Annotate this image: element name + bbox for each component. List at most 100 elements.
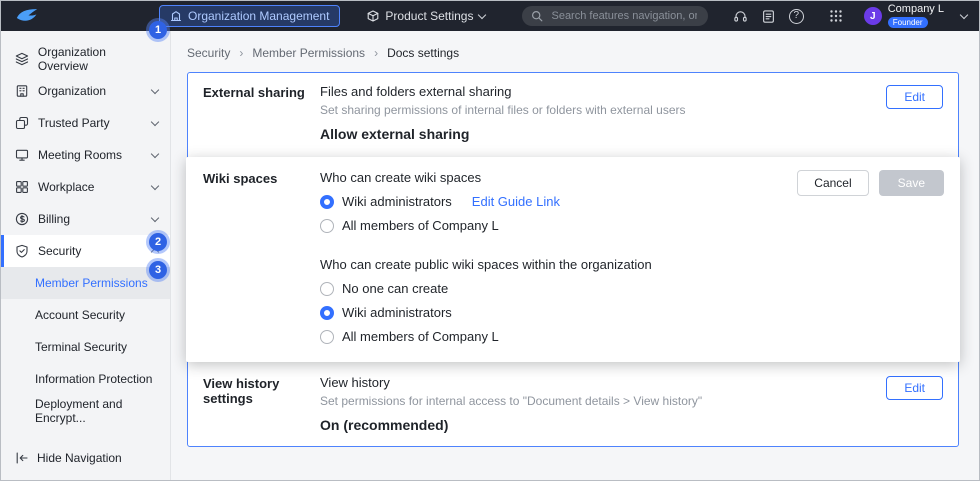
- avatar: J: [864, 7, 882, 25]
- tour-step-1-badge: 1: [149, 21, 167, 39]
- sidebar-item-terminal-security[interactable]: Terminal Security: [1, 331, 170, 363]
- overview-icon: [15, 52, 29, 66]
- radio-unselected-icon[interactable]: [320, 219, 334, 233]
- radio-option-all-members[interactable]: All members of Company L: [320, 218, 943, 233]
- hide-navigation-label: Hide Navigation: [37, 451, 122, 465]
- sidebar-item-information-protection[interactable]: Information Protection: [1, 363, 170, 395]
- radio-selected-icon[interactable]: [320, 306, 334, 320]
- billing-icon: [15, 212, 29, 226]
- setting-value: On (recommended): [320, 417, 886, 433]
- hide-navigation-icon: [15, 451, 29, 465]
- topbar-right-cluster: ? J Company L Founder: [733, 4, 967, 28]
- section-body: View history Set permissions for interna…: [320, 375, 886, 433]
- sidebar-subitem-label: Information Protection: [35, 372, 152, 386]
- radio-option-label: Wiki administrators: [342, 194, 452, 209]
- sidebar-item-label: Organization Overview: [38, 45, 158, 73]
- sidebar-item-label: Security: [38, 244, 81, 258]
- tour-step-3-badge: 3: [149, 261, 167, 279]
- section-label: View history settings: [203, 375, 320, 433]
- nav-product-settings[interactable]: Product Settings: [356, 5, 496, 27]
- sidebar-item-member-permissions[interactable]: Member Permissions: [1, 267, 170, 299]
- sidebar-item-security[interactable]: Security: [1, 235, 170, 267]
- breadcrumb-separator: [239, 46, 243, 60]
- chevron-down-icon: [151, 182, 159, 190]
- sidebar-subitem-label: Member Permissions: [35, 276, 148, 290]
- radio-option-wiki-administrators[interactable]: Wiki administrators Edit Guide Link: [320, 194, 943, 209]
- top-navigation: Organization Management Product Settings: [159, 5, 496, 27]
- save-button[interactable]: Save: [879, 170, 944, 196]
- role-badge: Founder: [888, 17, 928, 28]
- radio-option-label: All members of Company L: [342, 218, 499, 233]
- wiki-spaces-card: Wiki spaces Who can create wiki spaces W…: [186, 157, 960, 362]
- sidebar-item-label: Meeting Rooms: [38, 148, 122, 162]
- sidebar-item-label: Billing: [38, 212, 70, 226]
- setting-title: Files and folders external sharing: [320, 84, 886, 99]
- security-icon: [15, 244, 29, 258]
- breadcrumb: Security Member Permissions Docs setting…: [171, 31, 979, 60]
- breadcrumb-member-permissions[interactable]: Member Permissions: [252, 46, 365, 60]
- nav-organization-management[interactable]: Organization Management: [159, 5, 340, 27]
- main-content: Security Member Permissions Docs setting…: [171, 31, 979, 480]
- radio-option-label: No one can create: [342, 281, 448, 296]
- trusted-party-icon: [15, 116, 29, 130]
- radio-unselected-icon[interactable]: [320, 330, 334, 344]
- account-menu[interactable]: J Company L Founder: [864, 4, 944, 28]
- sidebar-item-billing[interactable]: Billing: [1, 203, 170, 235]
- sidebar-item-workplace[interactable]: Workplace: [1, 171, 170, 203]
- chevron-down-icon: [151, 118, 159, 126]
- sidebar-subitem-label: Account Security: [35, 308, 125, 322]
- hide-navigation[interactable]: Hide Navigation: [1, 442, 169, 474]
- radio-option-no-one[interactable]: No one can create: [320, 281, 943, 296]
- section-label: External sharing: [203, 84, 320, 142]
- radio-option-wiki-administrators-public[interactable]: Wiki administrators: [320, 305, 943, 320]
- global-search[interactable]: [522, 6, 708, 26]
- wiki-question-2: Who can create public wiki spaces within…: [320, 257, 943, 272]
- sidebar-item-organization[interactable]: Organization: [1, 75, 170, 107]
- sidebar-subitem-label: Deployment and Encrypt...: [35, 397, 170, 425]
- sidebar-item-trusted-party[interactable]: Trusted Party: [1, 107, 170, 139]
- view-history-edit-button[interactable]: Edit: [886, 376, 943, 400]
- help-icon[interactable]: ?: [789, 9, 804, 24]
- support-icon[interactable]: [733, 9, 748, 24]
- chevron-down-icon: [151, 214, 159, 222]
- feedback-icon[interactable]: [761, 9, 776, 24]
- chevron-down-icon: [151, 86, 159, 94]
- search-input[interactable]: [549, 9, 699, 23]
- sidebar-item-label: Workplace: [38, 180, 94, 194]
- breadcrumb-security[interactable]: Security: [187, 46, 230, 60]
- sidebar-item-deployment-encryption[interactable]: Deployment and Encrypt...: [1, 395, 170, 427]
- external-sharing-section: External sharing Files and folders exter…: [188, 73, 958, 155]
- external-sharing-edit-button[interactable]: Edit: [886, 85, 943, 109]
- company-name: Company L: [888, 4, 944, 15]
- account-text: Company L Founder: [888, 4, 944, 28]
- section-body: Who can create wiki spaces Wiki administ…: [320, 170, 943, 344]
- meeting-rooms-icon: [15, 148, 29, 162]
- wiki-card-actions: Cancel Save: [797, 170, 944, 196]
- tour-step-2-badge: 2: [149, 233, 167, 251]
- breadcrumb-separator: [374, 46, 378, 60]
- view-history-section: View history settings View history Set p…: [188, 364, 958, 446]
- breadcrumb-docs-settings: Docs settings: [387, 46, 459, 60]
- cancel-button[interactable]: Cancel: [797, 170, 868, 196]
- apps-grid-icon[interactable]: [829, 9, 843, 23]
- radio-selected-icon[interactable]: [320, 195, 334, 209]
- product-settings-icon: [367, 10, 379, 22]
- org-management-icon: [170, 10, 182, 22]
- radio-option-label: All members of Company L: [342, 329, 499, 344]
- chevron-down-icon[interactable]: [960, 10, 968, 18]
- setting-value: Allow external sharing: [320, 126, 886, 142]
- radio-option-label: Wiki administrators: [342, 305, 452, 320]
- workplace-icon: [15, 180, 29, 194]
- radio-unselected-icon[interactable]: [320, 282, 334, 296]
- chevron-down-icon: [478, 10, 486, 18]
- docs-settings-panel: External sharing Files and folders exter…: [187, 72, 959, 447]
- edit-guide-link[interactable]: Edit Guide Link: [472, 194, 560, 209]
- sidebar-item-meeting-rooms[interactable]: Meeting Rooms: [1, 139, 170, 171]
- chevron-down-icon: [151, 150, 159, 158]
- sidebar-item-label: Trusted Party: [38, 116, 110, 130]
- sidebar-item-account-security[interactable]: Account Security: [1, 299, 170, 331]
- sidebar-subitem-label: Terminal Security: [35, 340, 127, 354]
- sidebar-item-label: Organization: [38, 84, 106, 98]
- radio-option-all-members-public[interactable]: All members of Company L: [320, 329, 943, 344]
- sidebar-item-organization-overview[interactable]: Organization Overview: [1, 43, 170, 75]
